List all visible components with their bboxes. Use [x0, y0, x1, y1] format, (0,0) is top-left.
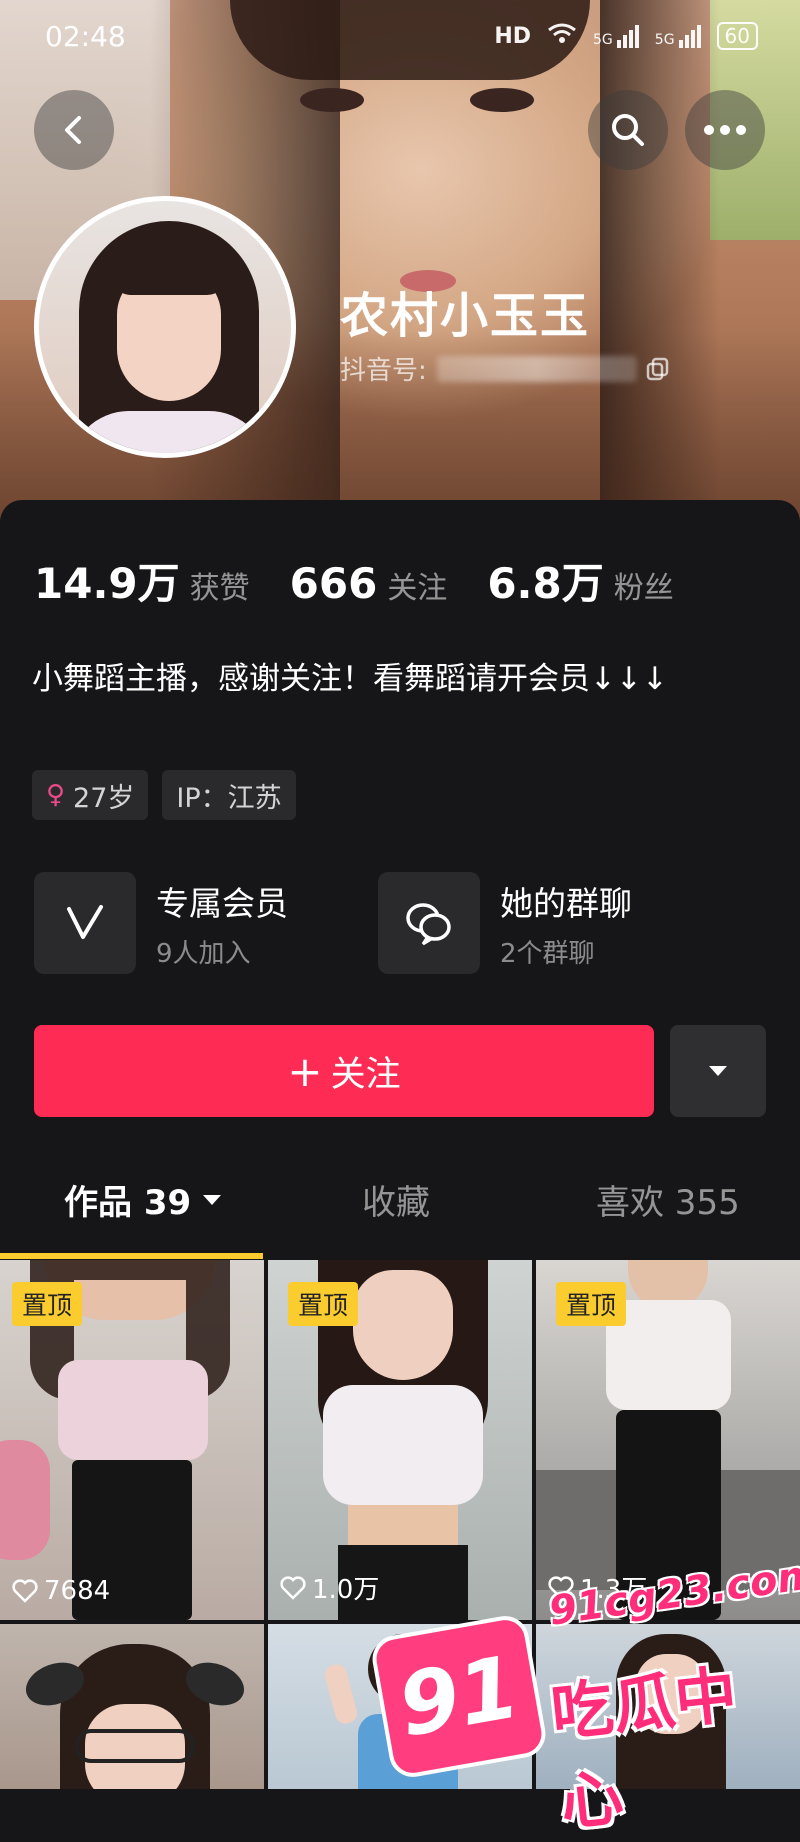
status-bar: 02:48 HD 5G 5G 60	[0, 0, 800, 70]
follow-button[interactable]: + 关注	[34, 1025, 654, 1117]
group-chat-subtitle: 2个群聊	[500, 938, 595, 969]
signal-icon-2: 5G	[654, 24, 701, 48]
heart-icon	[12, 1579, 38, 1603]
hd-icon: HD	[494, 23, 532, 49]
more-dots-icon	[704, 125, 746, 135]
recommend-dropdown-button[interactable]	[670, 1025, 766, 1117]
battery-icon: 60	[716, 22, 758, 50]
douyin-id-label: 抖音号:	[340, 356, 427, 386]
douyin-id-blurred-value	[436, 355, 637, 382]
figure-top	[323, 1385, 483, 1505]
watermark-badge-text: 91	[391, 1636, 527, 1757]
signal2-label: 5G	[654, 31, 675, 48]
avatar[interactable]	[34, 196, 296, 458]
cover-eye-right	[470, 88, 534, 112]
watermark-badge: 91	[368, 1612, 550, 1781]
female-gender-icon: ♀	[46, 780, 66, 810]
stat-likes-label: 获赞	[189, 571, 250, 606]
stat-following-value: 666	[289, 559, 378, 608]
background-chair	[0, 1440, 50, 1560]
signal-icon-1: 5G	[593, 24, 639, 48]
back-button[interactable]	[34, 90, 114, 170]
tab-works-label: 作品 39	[64, 1183, 192, 1223]
video-likes: 1.0万	[280, 1569, 379, 1606]
figure-face	[353, 1270, 453, 1380]
cover-eye-left	[300, 88, 364, 112]
profile-bio: 小舞蹈主播，感谢关注！看舞蹈请开会员↓↓↓	[32, 661, 668, 697]
stat-followers-label: 粉丝	[613, 571, 674, 606]
copy-icon[interactable]	[645, 356, 671, 382]
stat-likes-value: 14.9万	[34, 559, 180, 608]
exclusive-member-title: 专属会员	[156, 883, 288, 923]
pinned-badge: 置顶	[288, 1282, 359, 1326]
signal1-label: 5G	[593, 31, 613, 48]
avatar-bangs	[111, 253, 227, 295]
stat-following-label: 关注	[387, 571, 448, 606]
video-thumbnail[interactable]: 置顶 1.0万	[268, 1260, 532, 1620]
site-watermark: 91cg23.com 91 吃瓜中心	[368, 1551, 800, 1839]
status-icons: HD 5G 5G 60	[494, 22, 758, 50]
v-member-icon	[34, 872, 136, 974]
video-thumbnail[interactable]: 置顶 7684	[0, 1260, 264, 1620]
caret-down-icon	[203, 1194, 222, 1205]
pinned-badge: 置顶	[12, 1282, 83, 1326]
search-icon	[612, 114, 644, 146]
status-time: 02:48	[45, 20, 126, 53]
group-chat-icon	[378, 872, 480, 974]
video-likes: 7684	[12, 1576, 110, 1606]
figure-waist	[348, 1505, 458, 1545]
search-button[interactable]	[588, 90, 668, 170]
video-likes-count: 7684	[44, 1576, 111, 1606]
heart-icon	[280, 1575, 306, 1600]
content-tabs: 作品 39 收藏 喜欢 355	[0, 1175, 800, 1255]
age-tag-label: 27岁	[73, 782, 135, 814]
exclusive-member-entry[interactable]: 专属会员 9人加入	[34, 872, 288, 974]
pinned-badge: 置顶	[556, 1282, 627, 1326]
video-likes-count: 1.0万	[312, 1575, 380, 1605]
video-thumbnail[interactable]	[0, 1624, 264, 1789]
watermark-text: 吃瓜中心	[547, 1657, 741, 1840]
back-arrow-icon	[65, 116, 81, 144]
stat-followers[interactable]: 6.8万 粉丝	[487, 550, 673, 611]
stat-likes[interactable]: 14.9万 获赞	[34, 550, 250, 611]
group-chat-entry[interactable]: 她的群聊 2个群聊	[378, 872, 632, 974]
profile-tags: ♀ 27岁 IP：江苏	[32, 770, 296, 820]
tab-works[interactable]: 作品 39	[64, 1175, 223, 1224]
profile-stats: 14.9万 获赞 666 关注 6.8万 粉丝	[34, 550, 714, 611]
douyin-id: 抖音号:	[340, 350, 671, 387]
stat-following[interactable]: 666 关注	[290, 559, 448, 608]
stat-followers-value: 6.8万	[487, 559, 604, 608]
group-chat-title: 她的群聊	[500, 883, 632, 923]
tab-favorites[interactable]: 收藏	[362, 1175, 430, 1224]
tab-active-indicator	[0, 1253, 263, 1259]
tab-likes[interactable]: 喜欢 355	[596, 1175, 740, 1224]
chevron-down-icon	[709, 1066, 727, 1076]
more-button[interactable]	[685, 90, 765, 170]
wifi-icon	[547, 22, 577, 50]
exclusive-member-subtitle: 9人加入	[156, 938, 251, 969]
age-tag: ♀ 27岁	[32, 770, 149, 820]
ip-tag: IP：江苏	[162, 770, 296, 820]
glasses-icon	[75, 1729, 195, 1763]
figure-top	[58, 1360, 208, 1460]
profile-name: 农村小玉玉	[340, 288, 591, 344]
peace-hand	[322, 1662, 360, 1726]
avatar-shirt	[69, 411, 269, 453]
follow-label: 关注	[330, 1054, 401, 1095]
follow-plus-icon: +	[287, 1046, 323, 1096]
